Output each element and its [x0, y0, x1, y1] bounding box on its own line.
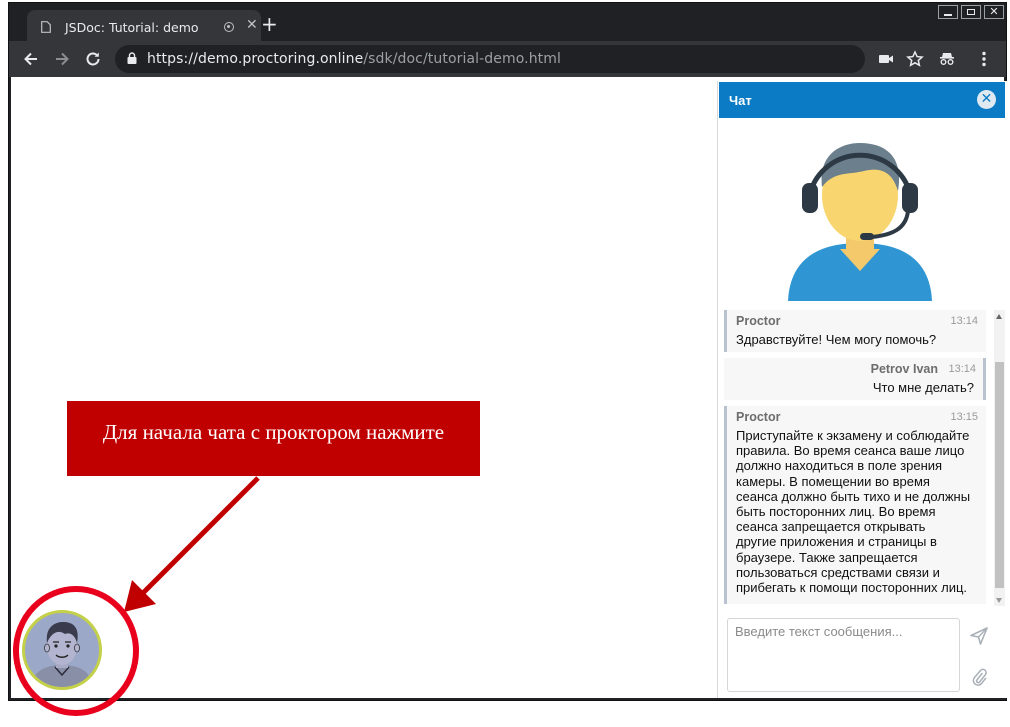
minimize-button[interactable] — [938, 5, 958, 19]
back-icon[interactable] — [21, 49, 41, 69]
message-text: Что мне делать? — [873, 380, 974, 395]
browser-toolbar: https://demo.proctoring.online/sdk/doc/t… — [9, 41, 1006, 77]
chat-launcher-button[interactable] — [22, 610, 102, 690]
chat-message: Proctor 13:14 Здравствуйте! Чем могу пом… — [724, 310, 986, 352]
tab-title: JSDoc: Tutorial: demo — [65, 20, 199, 35]
chat-scrollbar[interactable] — [994, 310, 1005, 606]
tab-close-button[interactable]: ✕ — [246, 17, 258, 33]
browser-tab[interactable]: JSDoc: Tutorial: demo ✕ — [27, 10, 261, 44]
camera-icon[interactable] — [877, 50, 895, 68]
message-line: браузере. Также запрещается — [736, 549, 918, 565]
message-text: Здравствуйте! Чем могу помочь? — [736, 332, 936, 347]
message-author: Proctor — [736, 410, 781, 424]
page-content: Чат ✕ Proctor 13:14 Здравствуйте! Чем мо… — [11, 77, 1007, 698]
incognito-icon[interactable] — [938, 50, 956, 68]
send-icon[interactable] — [969, 626, 989, 646]
message-line: другие приложения и страницы в — [736, 534, 937, 550]
message-line: сеанса должно быть тихо и не должны — [736, 488, 971, 504]
message-line: сеанса запрещается открывать — [736, 519, 926, 535]
callout-text: Для начала чата с проктором нажмите — [102, 420, 445, 444]
tutorial-callout: Для начала чата с проктором нажмите — [67, 401, 480, 476]
recording-icon — [224, 22, 234, 32]
chat-header: Чат ✕ — [719, 82, 1005, 118]
chat-close-button[interactable]: ✕ — [977, 90, 996, 109]
message-line: Здравствуйте! Чем могу помочь? — [736, 332, 937, 347]
message-line: должно находиться в поле зрения — [736, 458, 943, 474]
new-tab-button[interactable]: + — [261, 12, 278, 36]
chat-message: Petrov Ivan 13:14 Что мне делать? — [724, 358, 986, 400]
chat-panel: Чат ✕ Proctor 13:14 Здравствуйте! Чем мо… — [717, 81, 1007, 698]
window-close-button[interactable]: ✕ — [984, 5, 1004, 19]
paperclip-icon[interactable] — [971, 667, 987, 687]
proctor-avatar — [788, 143, 932, 301]
message-text: Приступайте к экзамену и соблюдайте прав… — [736, 428, 970, 595]
message-time: 13:14 — [948, 363, 976, 375]
url-text: https://demo.proctoring.online/sdk/doc/t… — [147, 51, 561, 67]
message-line: правила. Во время сеанса ваше лицо — [736, 443, 965, 459]
scroll-up-icon[interactable] — [996, 314, 1002, 319]
scroll-thumb[interactable] — [995, 362, 1004, 588]
window-controls: ✕ — [938, 5, 1004, 19]
document-icon — [41, 21, 51, 33]
message-time: 13:15 — [950, 411, 978, 423]
message-line: быть посторонних лиц. Во время — [736, 504, 936, 520]
user-avatar-icon — [31, 622, 93, 687]
message-line: камеры. В помещении во время — [736, 473, 930, 489]
url-path: /sdk/doc/tutorial-demo.html — [363, 51, 561, 67]
maximize-button[interactable] — [961, 5, 981, 19]
message-line: Что мне делать? — [872, 380, 974, 395]
chat-messages: Proctor 13:14 Здравствуйте! Чем могу пом… — [722, 310, 992, 606]
chat-title: Чат — [729, 93, 752, 108]
message-input[interactable] — [727, 618, 960, 692]
message-author: Petrov Ivan — [870, 362, 938, 376]
message-time: 13:14 — [950, 315, 978, 327]
lock-icon[interactable] — [127, 52, 137, 64]
url-host: https://demo.proctoring.online — [147, 51, 364, 67]
message-author: Proctor — [736, 314, 781, 328]
message-line: пользоваться средствами связи и — [736, 564, 940, 580]
chat-message: Proctor 13:15 Приступайте к экзамену и с… — [724, 406, 986, 604]
menu-icon[interactable] — [975, 50, 993, 68]
scroll-down-icon[interactable] — [996, 598, 1002, 603]
reload-icon[interactable] — [83, 49, 103, 69]
forward-icon[interactable] — [52, 49, 72, 69]
address-bar[interactable]: https://demo.proctoring.online/sdk/doc/t… — [115, 45, 865, 73]
star-icon[interactable] — [906, 50, 924, 68]
message-line: Приступайте к экзамену и соблюдайте — [736, 428, 970, 443]
message-line: прибегать к помощи посторонних лиц. — [736, 580, 968, 596]
browser-window: JSDoc: Tutorial: demo ✕ + ✕ https://demo… — [9, 3, 1007, 700]
